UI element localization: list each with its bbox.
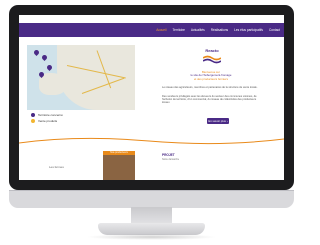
monitor-shadow: [86, 234, 217, 240]
nav-item-territoire[interactable]: Territoire: [173, 28, 185, 32]
intro-block: Bienvenue sur le site de l'hébergement-f…: [164, 70, 258, 81]
projet-subtitle: Notre démarche: [162, 158, 180, 161]
projet-title: PROJET: [162, 153, 175, 157]
logo-text: Reacto: [205, 48, 219, 53]
nav-item-realisations[interactable]: Réalisations: [211, 28, 228, 32]
legend-marker-icon: [31, 113, 35, 117]
top-strip: [19, 15, 284, 21]
intro-paragraph: Des vendeurs privilégiés avec les éleveu…: [162, 95, 257, 105]
site-logo[interactable]: Reacto: [202, 48, 222, 66]
learn-more-button[interactable]: En savoir plus ›: [207, 118, 229, 124]
map-legend-item: Vente produits: [31, 119, 57, 123]
nav-item-elus[interactable]: Les élus participatifs: [234, 28, 263, 32]
intro-paragraph: Le réseau des agriculteurs, membres et p…: [162, 86, 258, 89]
map-marker[interactable]: [40, 53, 49, 62]
intro-line: et des producteurs fermiers: [193, 76, 229, 81]
nav-items: Accueil Territoire Actualités Réalisatio…: [156, 23, 280, 37]
wave-divider: [19, 137, 284, 145]
photo-caption: Les fermes: [49, 165, 64, 169]
map-marker[interactable]: [32, 48, 41, 57]
legend-label: Vente produits: [38, 119, 58, 123]
nav-item-actualites[interactable]: Actualités: [191, 28, 205, 32]
monitor-chin: [9, 190, 294, 208]
map-marker[interactable]: [45, 63, 54, 72]
logo-wave-icon: [203, 55, 221, 64]
main-navbar: Accueil Territoire Actualités Réalisatio…: [19, 23, 284, 37]
nav-item-accueil[interactable]: Accueil: [156, 28, 166, 32]
map[interactable]: [27, 45, 135, 110]
legend-marker-icon: [31, 119, 35, 123]
producer-photo[interactable]: [103, 155, 135, 180]
monitor-bezel: Accueil Territoire Actualités Réalisatio…: [9, 5, 294, 190]
legend-label: Territoire concerné: [38, 113, 63, 117]
nav-item-contact[interactable]: Contact: [269, 28, 280, 32]
screen: Accueil Territoire Actualités Réalisatio…: [19, 15, 284, 180]
map-legend-item: Territoire concerné: [31, 113, 63, 117]
